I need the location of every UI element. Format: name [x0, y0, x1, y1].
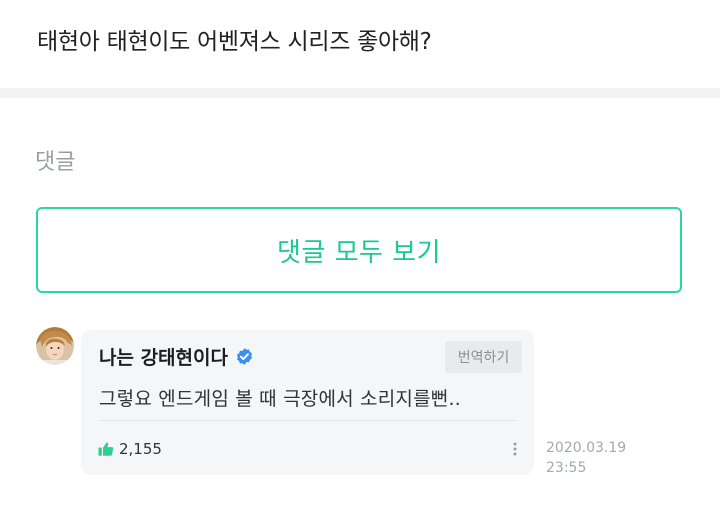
comment-date: 2020.03.19 — [546, 440, 627, 456]
comment-bubble: 나는 강태현이다 번역하기 그렇요 엔드게임 볼 때 극장에서 소리지를뻔.. … — [81, 330, 534, 475]
like-button[interactable]: 2,155 — [97, 440, 162, 458]
question-text: 태현아 태현이도 어벤져스 시리즈 좋아해? — [37, 29, 432, 55]
translate-button[interactable]: 번역하기 — [445, 341, 522, 373]
like-count: 2,155 — [119, 440, 162, 458]
comment-author: 나는 강태현이다 — [99, 343, 254, 370]
more-vertical-icon — [513, 442, 517, 456]
comment-page: 태현아 태현이도 어벤져스 시리즈 좋아해? 댓글 댓글 모두 보기 나는 강태 — [0, 0, 720, 505]
verified-badge-icon — [235, 347, 254, 366]
view-all-comments-button[interactable]: 댓글 모두 보기 — [36, 207, 682, 293]
avatar-image — [36, 327, 74, 365]
avatar[interactable] — [36, 327, 74, 365]
section-divider — [0, 88, 720, 98]
bubble-divider — [99, 420, 516, 421]
author-name[interactable]: 나는 강태현이다 — [99, 343, 228, 370]
comment-text: 그렇요 엔드게임 볼 때 극장에서 소리지를뻔.. — [99, 388, 461, 410]
comment-time: 23:55 — [546, 460, 587, 476]
comment-timestamp: 2020.03.19 23:55 — [546, 438, 626, 478]
comments-heading: 댓글 — [35, 150, 76, 175]
thumbs-up-icon — [98, 442, 114, 456]
more-options-button[interactable] — [509, 439, 521, 459]
